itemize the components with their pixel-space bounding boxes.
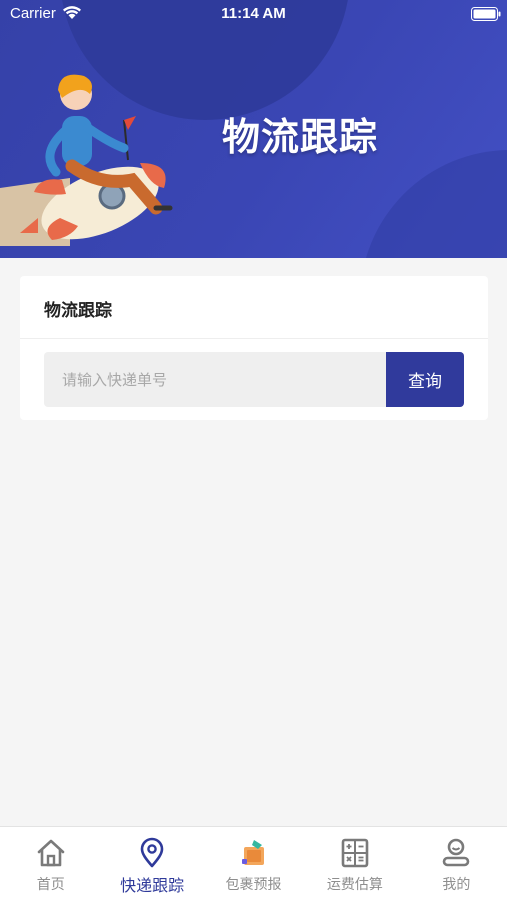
calculator-icon [341,838,369,868]
tab-tracking[interactable]: 快递跟踪 [101,827,202,900]
rocket-rider-illustration [0,74,173,246]
status-time: 11:14 AM [221,5,286,22]
bottom-tab-bar: 首页 快递跟踪 包裹预报 运费估算 我的 [0,826,507,900]
user-icon [443,838,470,867]
tab-home[interactable]: 首页 [0,827,101,900]
banner-title: 物流跟踪 [222,115,379,159]
home-icon [37,839,65,867]
tab-profile[interactable]: 我的 [406,827,507,900]
tab-label: 运费估算 [326,877,383,893]
tracking-number-input[interactable] [44,352,386,407]
tab-label: 快递跟踪 [120,876,185,895]
status-bar: Carrier 11:14 AM [0,0,507,28]
tab-label: 包裹预报 [225,877,282,893]
battery-icon [471,7,501,21]
banner-decor-circle [360,150,507,258]
divider [20,338,488,339]
card-title: 物流跟踪 [44,301,112,321]
package-icon [241,840,264,865]
location-pin-icon [140,837,164,868]
query-button[interactable]: 查询 [386,352,464,407]
header-banner: 物流跟踪 [0,0,507,258]
tab-label: 我的 [442,877,471,893]
tracking-card: 物流跟踪 查询 [20,276,488,420]
tab-shipping-estimate[interactable]: 运费估算 [304,827,405,900]
tab-label: 首页 [36,877,65,893]
tab-package-forecast[interactable]: 包裹预报 [203,827,304,900]
